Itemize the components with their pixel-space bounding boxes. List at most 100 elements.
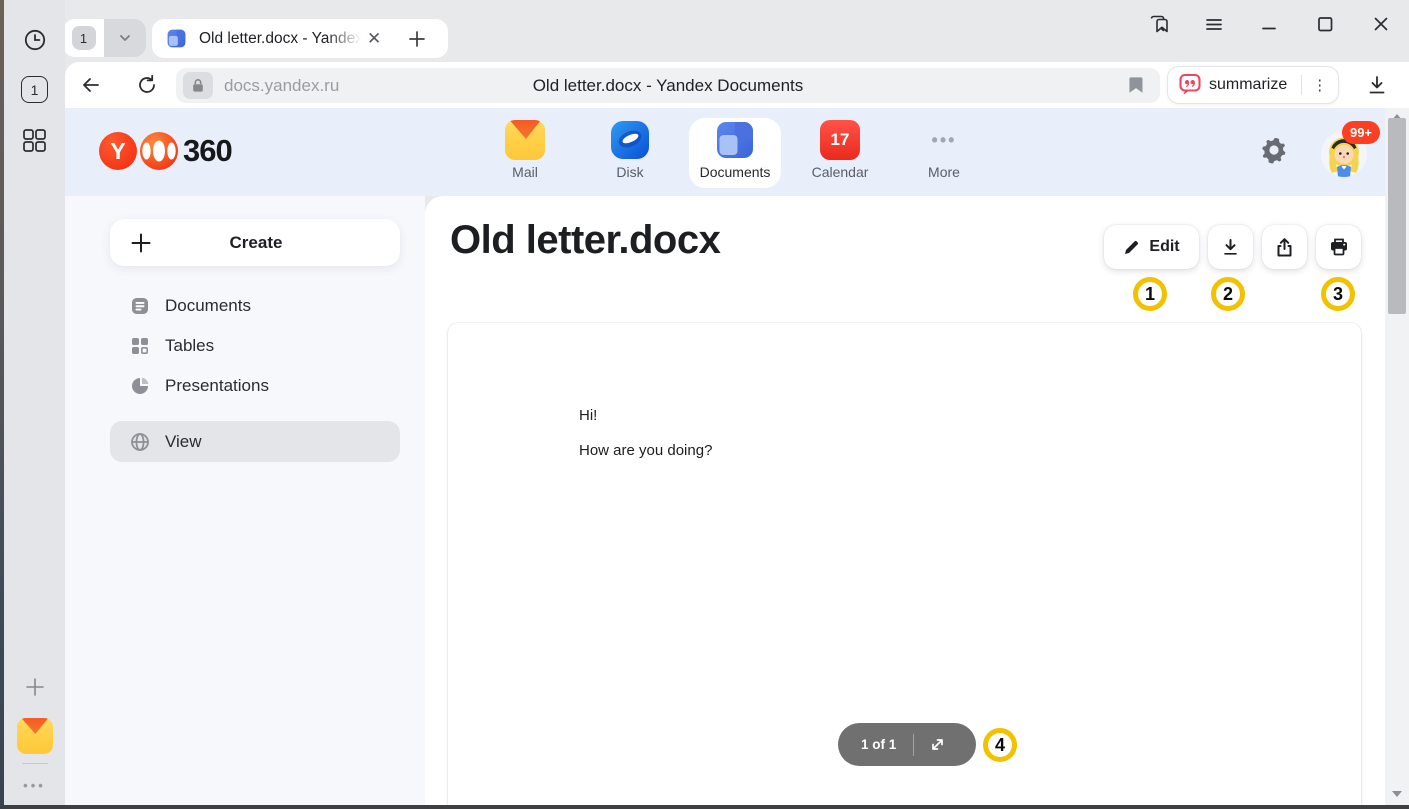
page-indicator[interactable]: 1 of 1 (838, 723, 976, 766)
back-button[interactable] (73, 62, 109, 108)
window-edge (0, 0, 4, 809)
scrollbar-thumb[interactable] (1388, 118, 1406, 314)
nav-item-documents[interactable]: Documents (689, 118, 781, 188)
tab-group-control[interactable]: 1 (63, 19, 146, 57)
nav-item-more[interactable]: ••• More (898, 118, 990, 180)
calendar-date-badge: 17 (831, 130, 850, 150)
rail-divider (4, 763, 65, 764)
documents-icon (715, 120, 755, 160)
annotation-marker-4: 4 (983, 728, 1017, 762)
sidebar-item-label: Documents (165, 296, 251, 316)
nav-item-disk[interactable]: Disk (584, 118, 676, 180)
document-icon (130, 296, 150, 316)
reload-button[interactable] (129, 62, 165, 108)
arrow-left-icon (80, 74, 102, 96)
sidebar-item-view[interactable]: View (110, 421, 400, 462)
documents-tab-icon (166, 28, 187, 49)
bookmark-button[interactable] (1129, 76, 1144, 95)
rail-more-button[interactable]: ••• (4, 778, 65, 793)
sidebar-item-label: Presentations (165, 376, 269, 396)
pencil-icon (1123, 239, 1140, 256)
apps-grid-button[interactable] (4, 128, 65, 153)
hamburger-icon (1204, 14, 1224, 34)
annotation-marker-3: 3 (1321, 277, 1355, 311)
sidebar-item-tables[interactable]: Tables (110, 326, 400, 366)
close-window-button[interactable] (1367, 10, 1395, 38)
plus-icon (24, 676, 46, 698)
notification-badge: 99+ (1342, 121, 1380, 144)
scroll-down-arrow[interactable] (1385, 787, 1409, 801)
browser-menu-button[interactable] (1200, 10, 1228, 38)
maximize-icon (1315, 14, 1335, 34)
tab-count-label: 1 (21, 76, 48, 103)
new-tab-button[interactable] (398, 20, 435, 57)
page-scrollbar[interactable] (1385, 108, 1409, 805)
create-button[interactable]: Create (110, 219, 400, 266)
tab-group-count[interactable]: 1 (63, 19, 104, 57)
apps-nav: Mail Disk (65, 108, 1385, 196)
page-title: Old letter.docx - Yandex Documents (176, 76, 1160, 96)
pager-divider (913, 734, 914, 756)
collections-icon (1148, 13, 1170, 35)
download-button[interactable] (1208, 225, 1253, 269)
sidebar-item-documents[interactable]: Documents (110, 286, 400, 326)
expand-icon (929, 736, 946, 753)
download-icon (1221, 238, 1240, 257)
globe-icon (130, 432, 150, 452)
tab-strip: 1 Old letter.docx - Yandex ✕ (65, 0, 1409, 62)
share-button[interactable] (1262, 225, 1307, 269)
bookmark-icon (1129, 76, 1144, 95)
close-icon (1371, 14, 1391, 34)
tab-title: Old letter.docx - Yandex (199, 30, 361, 48)
disk-icon (610, 120, 650, 160)
grid-icon (22, 128, 47, 153)
document-title: Old letter.docx (450, 218, 720, 263)
mail-icon (505, 120, 545, 160)
history-button[interactable] (4, 28, 65, 52)
presentations-icon (130, 376, 150, 396)
gear-icon (1260, 136, 1288, 164)
chip-more-button[interactable]: ⋮ (1312, 78, 1327, 93)
calendar-icon: 17 (820, 120, 860, 160)
page-content: Create Documents (65, 196, 1385, 805)
summarize-chip[interactable]: summarize ⋮ (1167, 66, 1339, 104)
annotation-marker-1: 1 (1133, 277, 1167, 311)
share-icon (1275, 238, 1294, 257)
fullscreen-button[interactable] (929, 736, 946, 753)
nav-item-calendar[interactable]: 17 Calendar (794, 118, 886, 180)
settings-button[interactable] (1260, 136, 1288, 164)
yandex-mail-shortcut[interactable] (4, 718, 65, 754)
edit-button[interactable]: Edit (1104, 225, 1199, 269)
mail-app-icon (17, 718, 53, 754)
printer-icon (1329, 237, 1349, 257)
sidebar-item-presentations[interactable]: Presentations (110, 366, 400, 406)
address-bar[interactable]: docs.yandex.ru Old letter.docx - Yandex … (176, 68, 1160, 103)
sidebar-list: Documents Tables Prese (110, 286, 400, 406)
plus-icon (130, 232, 152, 254)
edit-label: Edit (1149, 238, 1179, 256)
print-button[interactable] (1316, 225, 1361, 269)
annotation-marker-2: 2 (1211, 277, 1245, 311)
document-actions: Edit (1104, 225, 1361, 269)
maximize-button[interactable] (1311, 10, 1339, 38)
plus-icon (408, 30, 426, 48)
document-line: How are you doing? (579, 442, 712, 459)
tab-close-icon[interactable]: ✕ (367, 30, 381, 47)
chip-divider (1301, 75, 1302, 95)
side-panel-button[interactable] (1145, 10, 1173, 38)
rail-add-button[interactable] (4, 676, 65, 698)
y360-header: Y 360 (65, 108, 1385, 196)
download-icon (1366, 74, 1388, 96)
docs-sidebar: Create Documents (65, 196, 425, 805)
minimize-button[interactable] (1255, 10, 1283, 38)
tab-counter-button[interactable]: 1 (4, 76, 65, 103)
tab-group-dropdown[interactable] (104, 19, 146, 57)
sidebar-item-label: View (165, 432, 202, 452)
nav-item-mail[interactable]: Mail (479, 118, 571, 180)
downloads-button[interactable] (1358, 62, 1396, 108)
document-line: Hi! (579, 407, 597, 424)
sidebar-item-label: Tables (165, 336, 214, 356)
reload-icon (136, 74, 158, 96)
page-count-label: 1 of 1 (861, 737, 896, 752)
browser-window: 1 ••• 1 (0, 0, 1409, 809)
